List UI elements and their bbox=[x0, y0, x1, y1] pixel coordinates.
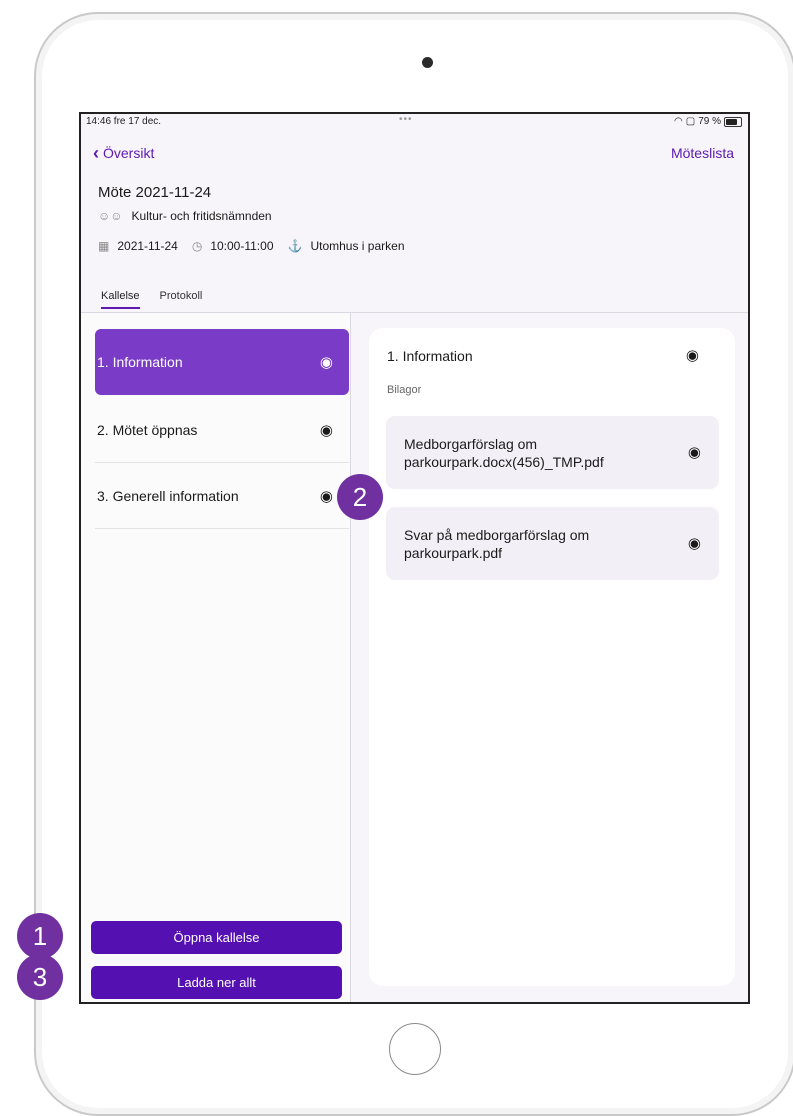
chevron-left-icon: ‹ bbox=[93, 143, 99, 163]
eye-icon[interactable]: ◉ bbox=[686, 346, 699, 364]
camera bbox=[422, 57, 433, 68]
multitask-dots[interactable]: ••• bbox=[399, 114, 413, 125]
attachments-heading: Bilagor bbox=[387, 384, 422, 396]
status-right: ◠ ▢ 79 % bbox=[674, 116, 742, 127]
callout-badge-3: 3 bbox=[17, 954, 63, 1000]
app-screen: 14:46 fre 17 dec. ••• ◠ ▢ 79 % ‹ Översik… bbox=[79, 112, 750, 1004]
eye-icon[interactable]: ◉ bbox=[320, 421, 333, 439]
back-button[interactable]: ‹ Översikt bbox=[93, 143, 155, 163]
meeting-list-link[interactable]: Möteslista bbox=[671, 145, 734, 161]
back-label: Översikt bbox=[103, 145, 155, 161]
location-pin-icon: ⚓ bbox=[287, 239, 303, 253]
tab-bar: Kallelse Protokoll bbox=[101, 290, 202, 309]
attachment-item[interactable]: Svar på medborgarförslag om parkourpark.… bbox=[386, 507, 719, 580]
attachment-name: Medborgarförslag om parkourpark.docx(456… bbox=[404, 435, 604, 470]
meeting-time: 10:00-11:00 bbox=[210, 239, 274, 253]
battery-icon bbox=[724, 116, 742, 127]
detail-title: 1. Information bbox=[387, 348, 473, 364]
committee-name: Kultur- och fritidsnämnden bbox=[131, 209, 272, 223]
committee-row: ☺☺ Kultur- och fritidsnämnden bbox=[98, 209, 272, 223]
agenda-item-information[interactable]: 1. Information ◉ bbox=[95, 329, 349, 395]
clock-icon: ◷ bbox=[191, 239, 203, 253]
attachment-item[interactable]: Medborgarförslag om parkourpark.docx(456… bbox=[386, 416, 719, 489]
meeting-meta: ▦ 2021-11-24 ◷ 10:00-11:00 ⚓ Utomhus i p… bbox=[98, 239, 419, 253]
download-all-button[interactable]: Ladda ner allt bbox=[91, 966, 342, 999]
tab-kallelse[interactable]: Kallelse bbox=[101, 290, 140, 309]
agenda-pane: 1. Information ◉ 2. Mötet öppnas ◉ 3. Ge… bbox=[81, 313, 351, 1002]
meeting-location: Utomhus i parken bbox=[310, 239, 405, 253]
agenda-item-motet-oppnas[interactable]: 2. Mötet öppnas ◉ bbox=[95, 397, 349, 463]
eye-icon[interactable]: ◉ bbox=[688, 535, 701, 553]
meeting-date: 2021-11-24 bbox=[117, 239, 178, 253]
eye-icon[interactable]: ◉ bbox=[320, 487, 333, 505]
open-notice-button[interactable]: Öppna kallelse bbox=[91, 921, 342, 954]
status-bar: 14:46 fre 17 dec. ••• ◠ ▢ 79 % bbox=[81, 114, 748, 130]
agenda-item-label: 1. Information bbox=[97, 354, 183, 370]
agenda-item-label: 2. Mötet öppnas bbox=[97, 421, 198, 438]
wifi-icon: ◠ bbox=[674, 116, 683, 127]
home-button[interactable] bbox=[389, 1023, 441, 1075]
tab-protokoll[interactable]: Protokoll bbox=[160, 290, 203, 309]
eye-icon[interactable]: ◉ bbox=[320, 353, 333, 371]
screen-icon: ▢ bbox=[685, 116, 696, 127]
calendar-icon: ▦ bbox=[98, 239, 110, 253]
people-icon: ☺☺ bbox=[98, 209, 123, 223]
callout-badge-1: 1 bbox=[17, 913, 63, 959]
meeting-header: ‹ Översikt Möteslista Möte 2021-11-24 ☺☺… bbox=[81, 130, 748, 313]
callout-badge-2: 2 bbox=[337, 474, 383, 520]
status-time: 14:46 fre 17 dec. bbox=[86, 116, 162, 127]
agenda-item-generell-information[interactable]: 3. Generell information ◉ bbox=[95, 463, 349, 529]
meeting-title: Möte 2021-11-24 bbox=[98, 184, 212, 201]
detail-pane: 1. Information ◉ Bilagor Medborgarförsla… bbox=[369, 328, 735, 986]
agenda-item-label: 3. Generell information bbox=[97, 487, 239, 504]
battery-percent: 79 % bbox=[698, 116, 721, 127]
attachment-name: Svar på medborgarförslag om parkourpark.… bbox=[404, 526, 590, 561]
eye-icon[interactable]: ◉ bbox=[688, 444, 701, 462]
